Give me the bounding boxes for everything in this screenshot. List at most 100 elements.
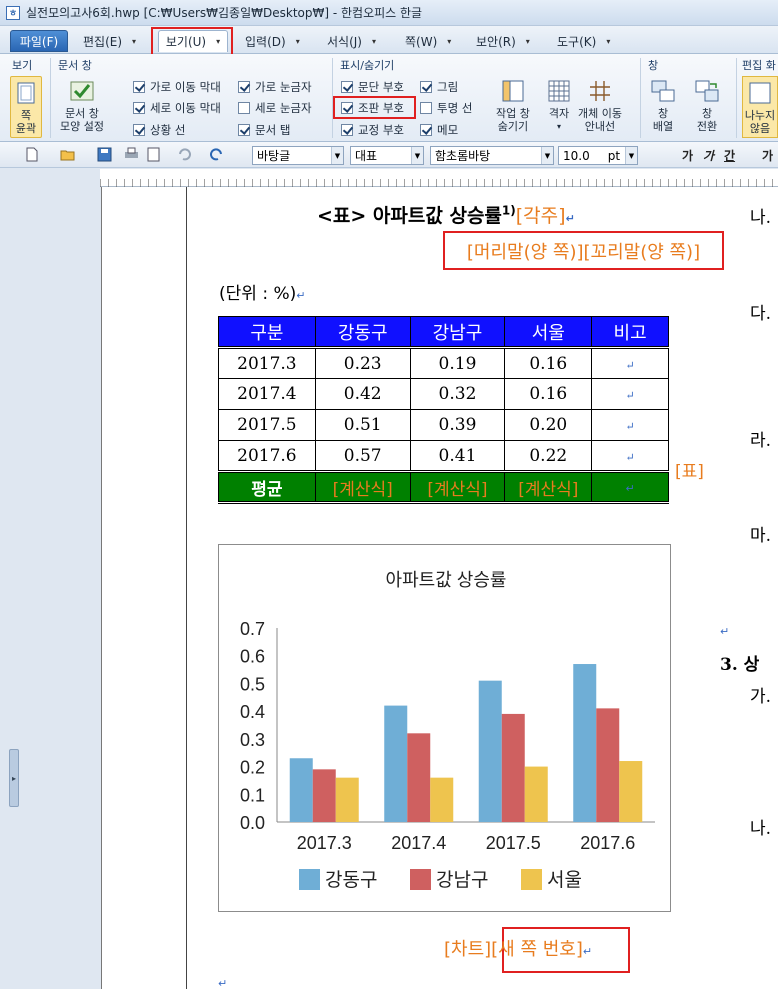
menu-file[interactable]: 파일(F) [10,30,68,52]
page-outline-button[interactable]: 쪽 윤곽 [10,76,42,138]
menu-edit[interactable]: 편집(E) ▾ [83,30,136,52]
view-menu-highlight-box [151,27,233,57]
chevron-down-icon: ▼ [541,147,553,164]
chart-title: 아파트값 상승률 [386,570,507,590]
table-cell[interactable]: 0.57 [314,440,411,472]
horizontal-ruler[interactable] [100,169,778,187]
undo-icon[interactable] [176,147,191,162]
table-cell[interactable]: ↵ [591,347,669,379]
y-tick-label: 0.1 [240,785,265,805]
table-cell[interactable]: 0.41 [409,440,506,472]
object-guide-button[interactable]: 개체 이동 안내선 [578,78,622,133]
table-header-cell[interactable]: 서울 [504,316,593,349]
checkbox-icon [133,81,145,93]
table-cell[interactable]: 2017.4 [218,378,316,410]
doc-tab-checkbox[interactable]: 문서 탭 [238,122,290,138]
para-mark-checkbox[interactable]: 문단 부호 [341,79,404,95]
table-cell[interactable]: ↵ [591,378,669,410]
y-tick-label: 0.7 [240,619,265,639]
print-preview-icon[interactable] [146,147,161,162]
work-window-icon [502,80,524,102]
bar-강남구-2017.5 [501,713,525,822]
bar-서울-2017.6 [619,761,643,822]
save-icon[interactable] [97,147,112,162]
layout-mark-highlight-box [333,96,416,119]
picture-checkbox[interactable]: 그림 [420,79,458,95]
table-header-cell[interactable]: 구분 [218,316,316,349]
table-cell[interactable]: [계산식] [409,470,506,504]
table-cell[interactable]: 0.51 [314,409,411,441]
table-cell[interactable]: 0.39 [409,409,506,441]
side-panel-toggle-icon[interactable]: ▸ [9,749,19,807]
table-tag: [표] [675,462,704,482]
table-cell[interactable]: 0.20 [504,409,593,441]
document-page[interactable]: <표> 아파트값 상승률1)[각주]↵ [머리말(양 쪽)][꼬리말(양 쪽)]… [101,187,778,989]
paragraph-mark-icon: ↵ [625,450,635,464]
docwin-shape-button[interactable]: 문서 창 모양 설정 [60,78,104,133]
revision-mark-checkbox[interactable]: 교정 부호 [341,122,404,138]
header-footer-tag: [머리말(양 쪽)][꼬리말(양 쪽)] [443,231,724,270]
bold-button[interactable]: 가 [682,147,693,164]
italic-button[interactable]: 가 [703,147,714,164]
menu-page[interactable]: 쪽(W) ▾ [405,30,451,52]
menu-format[interactable]: 서식(J) ▾ [327,30,376,52]
menu-security[interactable]: 보안(R) ▾ [476,30,530,52]
status-line-checkbox[interactable]: 상황 선 [133,122,185,138]
v-scroll-checkbox[interactable]: 세로 이동 막대 [133,100,221,116]
paragraph-mark-icon: ↵ [565,212,575,225]
font-combo[interactable]: 함초롬바탕 ▼ [430,146,554,165]
table-cell[interactable]: ↵ [591,470,669,504]
table-header-cell[interactable]: 비고 [591,316,669,349]
menu-tools[interactable]: 도구(K) ▾ [557,30,610,52]
table-cell[interactable]: ↵ [591,440,669,472]
language-combo[interactable]: 대표 ▼ [350,146,424,165]
font-combo-value: 함초롬바탕 [435,149,491,163]
table-header-cell[interactable]: 강동구 [314,316,411,349]
right-column-item: 나. [750,208,772,228]
table-cell[interactable]: 0.23 [314,347,411,379]
table-cell[interactable]: 2017.3 [218,347,316,379]
v-ruler-checkbox[interactable]: 세로 눈금자 [238,100,312,116]
window-arrange-icon [651,80,675,102]
page-outline-label: 쪽 윤곽 [15,109,37,135]
print-icon[interactable] [124,147,139,162]
legend-swatch [410,869,431,890]
h-scroll-checkbox[interactable]: 가로 이동 막대 [133,79,221,95]
table-cell[interactable]: 2017.6 [218,440,316,472]
table-cell[interactable]: [계산식] [504,470,593,504]
split-none-button[interactable]: 나누지 않음 [742,76,778,138]
underline-button[interactable]: 간 [724,147,735,164]
table-cell[interactable]: 0.16 [504,378,593,410]
open-folder-icon[interactable] [60,147,75,162]
font-size-combo[interactable]: 10.0 pt ▼ [558,146,638,165]
unit-label: (단위 : %)↵ [219,279,305,304]
window-arrange-button[interactable]: 창 배열 [650,78,676,133]
table-header-cell[interactable]: 강남구 [409,316,506,349]
redo-icon[interactable] [210,147,225,162]
table-cell[interactable]: 0.22 [504,440,593,472]
table-cell[interactable]: 0.42 [314,378,411,410]
transparent-line-checkbox[interactable]: 투명 선 [420,100,472,116]
table-cell[interactable]: 2017.5 [218,409,316,441]
strikethrough-button[interactable]: 가 [762,147,773,164]
table-cell[interactable]: [계산식] [314,470,411,504]
checkbox-icon [420,124,432,136]
window-title: 실전모의고사6회.hwp [C:₩Users₩김종일₩Desktop₩] - 한… [26,6,423,20]
work-window-button[interactable]: 작업 창 숨기기 [496,78,530,133]
table-cell[interactable]: 0.16 [504,347,593,379]
window-switch-button[interactable]: 창 전환 [694,78,720,133]
grid-button[interactable]: 격자 ▾ [546,78,572,133]
table-cell[interactable]: 0.32 [409,378,506,410]
menu-insert[interactable]: 입력(D) ▾ [245,30,300,52]
bar-chart[interactable]: 아파트값 상승률 0.0 0.1 0.2 0.3 0.4 0.5 0.6 0.7 2017.3 20… [218,544,671,912]
table-cell[interactable]: 평균 [218,470,316,504]
table-cell[interactable]: 0.19 [409,347,506,379]
memo-checkbox[interactable]: 메모 [420,122,458,138]
style-combo[interactable]: 바탕글 ▼ [252,146,344,165]
table-cell[interactable]: ↵ [591,409,669,441]
h-ruler-checkbox[interactable]: 가로 눈금자 [238,79,312,95]
new-document-icon[interactable] [24,147,39,162]
right-column-item: 다. [750,304,772,324]
data-table[interactable]: 구분 강동구 강남구 서울 비고 2017.3 0.23 0.19 0.16 ↵… [218,316,669,504]
memo-label: 메모 [437,123,459,137]
